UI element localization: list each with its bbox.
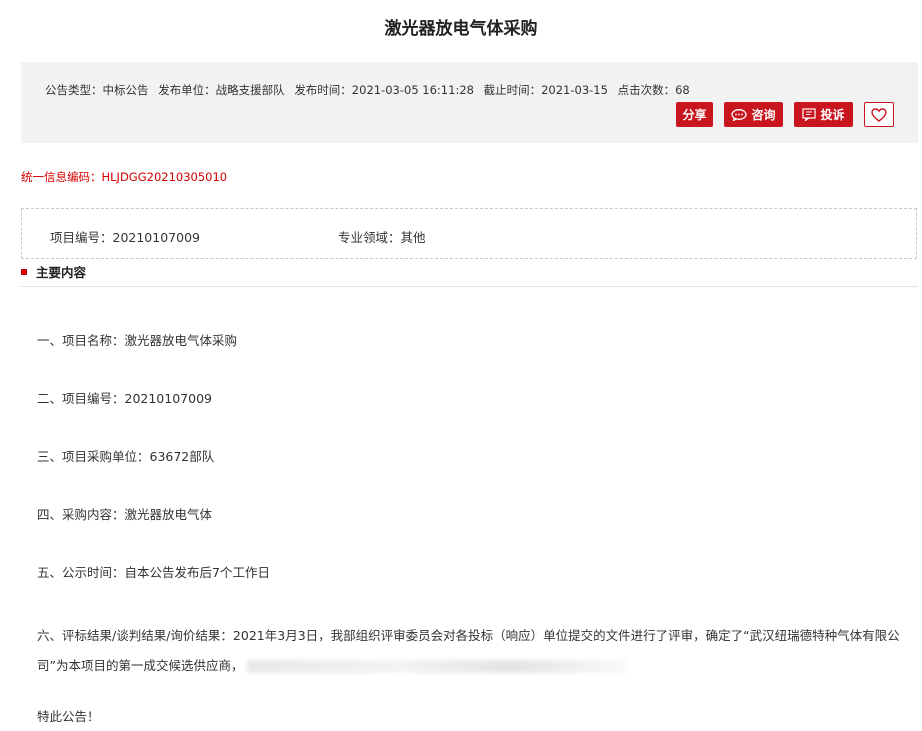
redacted-blur <box>247 660 628 673</box>
meta-deadline: 截止时间：2021-03-15 <box>483 83 608 97</box>
heart-icon <box>871 107 887 122</box>
content-item-name: 一、项目名称：激光器放电气体采购 <box>37 333 238 348</box>
project-number: 项目编号：20210107009 <box>50 230 200 245</box>
meta-clicks: 点击次数：68 <box>617 83 690 97</box>
section-divider <box>21 286 918 287</box>
section-heading: 主要内容 <box>21 262 86 281</box>
content-item-number: 二、项目编号：20210107009 <box>37 391 212 406</box>
content-item-time: 五、公示时间：自本公告发布后7个工作日 <box>37 565 270 580</box>
section-marker <box>21 268 27 275</box>
meta-unit: 发布单位：战略支援部队 <box>158 83 285 97</box>
meta-publish-time: 发布时间：2021-03-05 16:11:28 <box>294 83 474 97</box>
announcement-meta-panel: 公告类型：中标公告 发布单位：战略支援部队 发布时间：2021-03-05 16… <box>21 62 918 143</box>
consult-button-label: 咨询 <box>751 108 776 122</box>
section-title: 主要内容 <box>36 265 87 280</box>
project-info-box: 项目编号：20210107009 专业领域：其他 <box>21 208 917 259</box>
consult-button[interactable]: 咨询 <box>724 102 783 127</box>
meta-info-line: 公告类型：中标公告 发布单位：战略支援部队 发布时间：2021-03-05 16… <box>45 82 696 98</box>
chat-icon <box>731 108 748 121</box>
complain-button[interactable]: 投诉 <box>794 102 853 127</box>
content-item-content: 四、采购内容：激光器放电气体 <box>37 507 213 522</box>
content-closing: 特此公告！ <box>37 709 100 724</box>
share-button-label: 分享 <box>682 108 707 122</box>
content-item-result: 六、评标结果/谈判结果/询价结果：2021年3月3日，我部组织评审委员会对各投标… <box>37 621 907 681</box>
favorite-button[interactable] <box>864 102 894 127</box>
meta-type: 公告类型：中标公告 <box>45 83 149 97</box>
project-field: 专业领域：其他 <box>338 230 426 245</box>
share-button[interactable]: 分享 <box>676 102 713 127</box>
content-item-unit: 三、项目采购单位：63672部队 <box>37 449 215 464</box>
page-title: 激光器放电气体采购 <box>384 19 538 39</box>
complain-button-label: 投诉 <box>820 108 845 122</box>
complaint-icon <box>802 108 817 121</box>
unified-info-code: 统一信息编码：HLJDGG20210305010 <box>21 170 228 184</box>
